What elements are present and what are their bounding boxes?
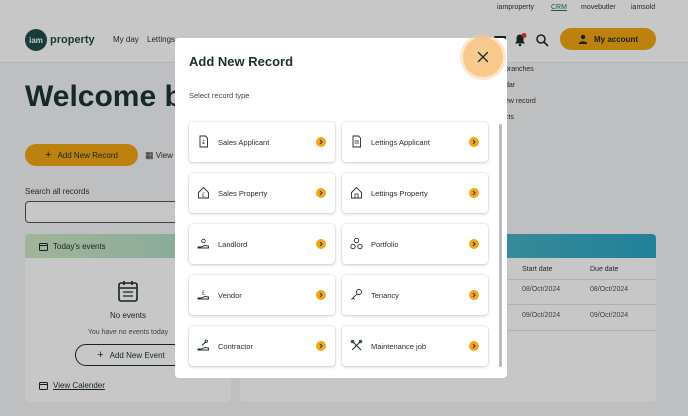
record-type-sales-applicant[interactable]: £ Sales Applicant [189,122,335,162]
document-pound-icon: £ [199,135,208,148]
record-type-label: Maintenance job [371,342,427,351]
tools-icon [350,339,363,351]
modal-title: Add New Record [189,54,294,69]
modal-subtitle: Select record type [189,91,250,100]
hand-key-icon [197,238,209,249]
chevron-right-icon [469,137,479,147]
record-type-label: Portfolio [371,240,399,249]
record-type-vendor[interactable]: £ Vendor [189,275,335,315]
close-button[interactable] [463,37,503,77]
record-type-maintenance-job[interactable]: Maintenance job [342,326,488,366]
key-icon [351,289,362,300]
svg-text:£: £ [202,193,205,199]
record-type-label: Sales Property [218,189,268,198]
record-type-portfolio[interactable]: Portfolio [342,224,488,264]
record-type-lettings-applicant[interactable]: Lettings Applicant [342,122,488,162]
svg-text:£: £ [202,291,205,297]
chevron-right-icon [469,188,479,198]
record-type-tenancy[interactable]: Tenancy [342,275,488,315]
chevron-right-icon [316,341,326,351]
record-type-label: Lettings Applicant [371,138,430,147]
record-type-landlord[interactable]: Landlord [189,224,335,264]
chevron-right-icon [316,239,326,249]
record-type-label: Landlord [218,240,248,249]
record-type-contractor[interactable]: Contractor [189,326,335,366]
svg-text:£: £ [202,140,205,146]
chevron-right-icon [469,239,479,249]
record-type-lettings-property[interactable]: Lettings Property [342,173,488,213]
cluster-icon [350,237,363,250]
record-type-label: Tenancy [371,291,399,300]
chevron-right-icon [469,341,479,351]
chevron-right-icon [469,290,479,300]
chevron-right-icon [316,188,326,198]
chevron-right-icon [316,137,326,147]
house-icon [351,186,362,199]
chevron-right-icon [316,290,326,300]
add-new-record-modal: Add New Record Select record type £ Sale… [175,38,507,378]
modal-scrollbar-thumb[interactable] [499,124,502,367]
close-icon [477,51,489,63]
record-type-label: Sales Applicant [218,138,270,147]
hand-money-icon: £ [197,291,209,300]
record-type-label: Vendor [218,291,242,300]
hand-wrench-icon [197,339,209,351]
record-type-label: Contractor [218,342,254,351]
document-icon [352,135,361,148]
record-type-label: Lettings Property [371,189,428,198]
house-pound-icon: £ [198,186,209,199]
record-type-sales-property[interactable]: £ Sales Property [189,173,335,213]
